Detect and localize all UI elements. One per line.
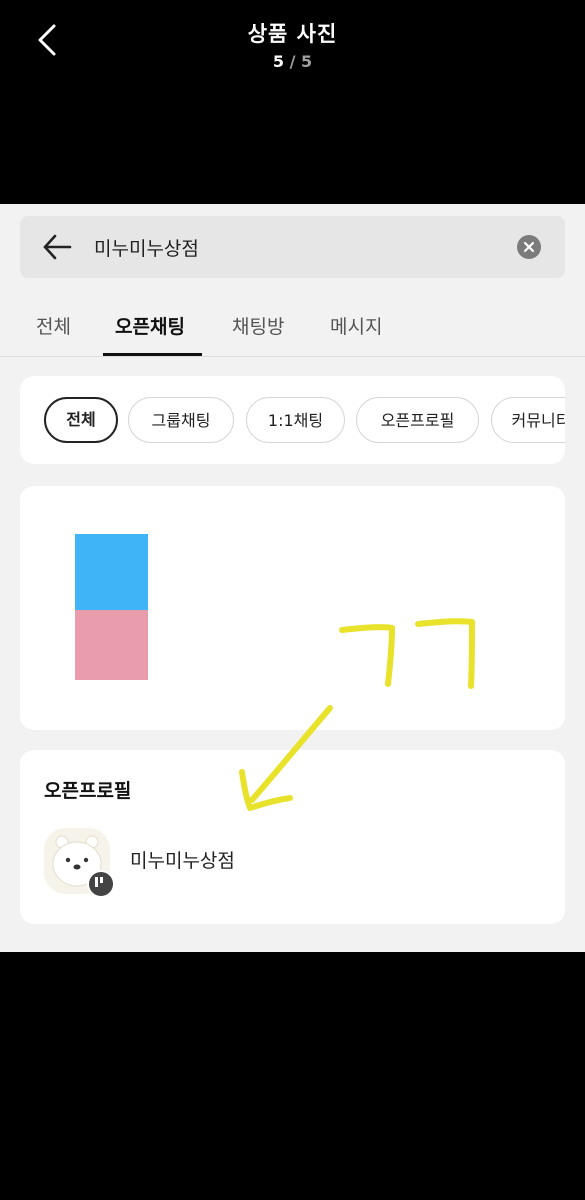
tab-chat-rooms[interactable]: 채팅방 <box>232 312 284 339</box>
tab-messages[interactable]: 메시지 <box>330 312 382 339</box>
filter-chip-row: 전체 그룹채팅 1:1채팅 오픈프로필 커뮤니티 <box>20 376 565 464</box>
page-counter: 5 / 5 <box>0 52 585 71</box>
section-title: 오픈프로필 <box>44 780 132 802</box>
chip-community[interactable]: 커뮤니티 <box>491 397 565 443</box>
chip-group-chat[interactable]: 그룹채팅 <box>128 397 234 443</box>
tab-bar: 전체 오픈채팅 채팅방 메시지 <box>0 294 585 357</box>
profile-name[interactable]: 미누미누상점 <box>130 846 235 873</box>
open-profile-badge-icon <box>87 870 115 898</box>
chip-all[interactable]: 전체 <box>44 397 118 443</box>
arrow-left-icon[interactable] <box>42 233 72 261</box>
search-bar[interactable]: 미누미누상점 <box>20 216 565 278</box>
viewer-title: 상품 사진 <box>247 22 338 46</box>
clear-circle-icon[interactable] <box>517 235 541 259</box>
color-swatch-blue <box>75 534 148 610</box>
product-photo: 미누미누상점 전체 오픈채팅 채팅방 메시지 전체 그룹채팅 1:1채팅 오픈프… <box>0 204 585 952</box>
tab-all[interactable]: 전체 <box>36 312 71 339</box>
chip-open-profile[interactable]: 오픈프로필 <box>356 397 479 443</box>
search-input[interactable]: 미누미누상점 <box>94 234 199 261</box>
active-tab-indicator <box>103 353 202 356</box>
chip-one-on-one-chat[interactable]: 1:1채팅 <box>246 397 345 443</box>
open-profile-section: 오픈프로필 미누미누상점 <box>20 750 565 924</box>
page-current: 5 <box>272 52 284 71</box>
page-separator: / <box>289 52 296 71</box>
page-total: 5 <box>301 52 313 71</box>
tab-open-chat[interactable]: 오픈채팅 <box>115 312 185 339</box>
viewer-header: 상품 사진 5 / 5 <box>0 0 585 204</box>
color-swatch-pink <box>75 610 148 680</box>
